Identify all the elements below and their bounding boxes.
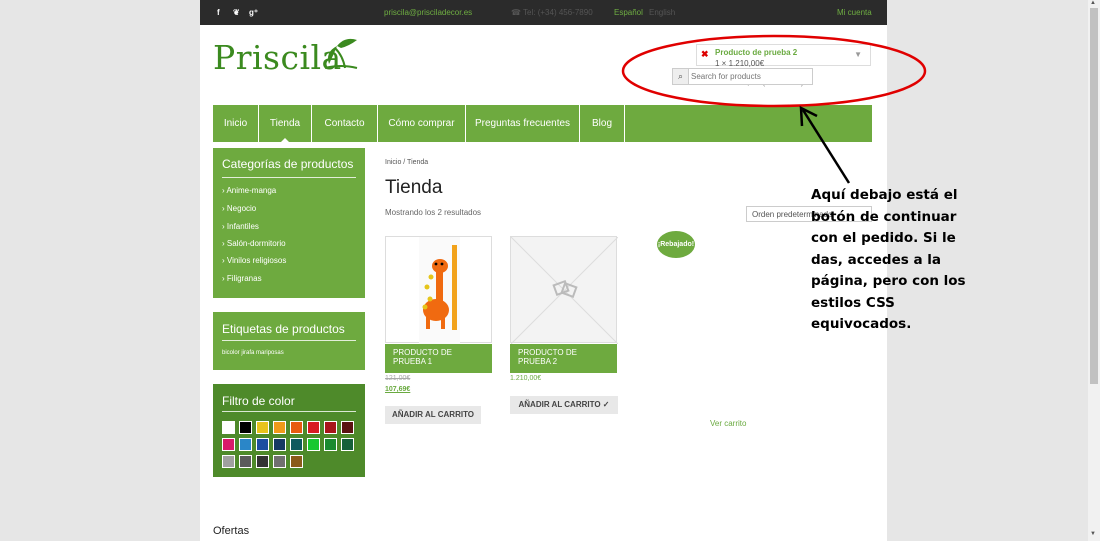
product-search: ⌕ — [672, 68, 813, 85]
nav-preguntas-frecuentes[interactable]: Preguntas frecuentes — [466, 105, 580, 142]
product-image-placeholder[interactable] — [510, 236, 619, 345]
divider — [222, 340, 356, 341]
nav-como-comprar[interactable]: Cómo comprar — [378, 105, 466, 142]
category-label: Infantiles — [226, 222, 259, 231]
color-swatch[interactable] — [239, 438, 252, 451]
product-image[interactable] — [385, 236, 492, 344]
color-swatch[interactable] — [324, 438, 337, 451]
product-title[interactable]: PRODUCTO DE PRUEBA 1 — [385, 344, 492, 373]
email-link[interactable]: priscila@prisciladecor.es — [384, 8, 472, 17]
divider — [222, 177, 356, 178]
category-label: Filigranas — [226, 274, 262, 283]
my-account-link[interactable]: Mi cuenta — [837, 8, 872, 17]
color-swatch[interactable] — [290, 455, 303, 468]
annotation-text: Aquí debajo está el botón de continuar c… — [811, 187, 966, 332]
cart-item-name[interactable]: Producto de prueba 2 — [715, 48, 797, 57]
main-nav: Inicio Tienda Contacto Cómo comprar Preg… — [213, 105, 872, 142]
color-swatch[interactable] — [290, 421, 303, 434]
giraffe-image — [419, 237, 460, 344]
color-swatch[interactable] — [307, 421, 320, 434]
phone-text: ☎ Tel: (+34) 456-7890 — [511, 8, 593, 17]
scrollbar[interactable]: ▲ ▼ — [1088, 0, 1100, 541]
view-cart-link[interactable]: Ver carrito — [710, 419, 746, 428]
offers-heading: Ofertas — [213, 525, 250, 537]
product-title[interactable]: PRODUCTO DE PRUEBA 2 — [510, 344, 617, 373]
lang-en-link[interactable]: English — [649, 8, 675, 17]
categories-widget: Categorías de productos › Anime-manga › … — [213, 148, 365, 298]
category-item[interactable]: › Infantiles — [222, 222, 259, 231]
categories-title: Categorías de productos — [222, 157, 354, 171]
old-price: 121,00€ — [385, 375, 411, 382]
color-swatch[interactable] — [273, 438, 286, 451]
page-title: Tienda — [385, 177, 443, 198]
sale-badge: ¡Rebajado! — [657, 231, 695, 258]
tag-cloud[interactable]: bicolor jirafa mariposas — [222, 350, 284, 356]
color-swatch[interactable] — [341, 438, 354, 451]
color-filter-title: Filtro de color — [222, 394, 295, 408]
breadcrumb[interactable]: Inicio / Tienda — [385, 159, 428, 166]
tags-widget: Etiquetas de productos bicolor jirafa ma… — [213, 312, 365, 370]
result-count: Mostrando los 2 resultados — [385, 208, 482, 217]
color-swatch[interactable] — [256, 455, 269, 468]
color-swatch[interactable] — [307, 438, 320, 451]
color-swatch[interactable] — [239, 421, 252, 434]
google-plus-icon[interactable]: g⁺ — [249, 8, 258, 17]
lang-es-link[interactable]: Español — [614, 8, 643, 17]
category-item[interactable]: › Negocio — [222, 204, 256, 213]
mini-cart-popup: ✖ Producto de prueba 2 1 × 1.210,00€ ▼ — [696, 44, 871, 68]
twitter-icon[interactable]: ❦ — [233, 8, 240, 17]
category-item[interactable]: › Anime-manga — [222, 186, 276, 195]
add-to-cart-button[interactable]: AÑADIR AL CARRITO ✓ — [510, 396, 618, 414]
color-swatch[interactable] — [256, 421, 269, 434]
nav-tienda[interactable]: Tienda — [259, 105, 312, 142]
color-swatch[interactable] — [273, 421, 286, 434]
category-label: Anime-manga — [226, 186, 277, 195]
facebook-icon[interactable]: f — [217, 8, 220, 17]
placeholder-icon — [510, 236, 619, 345]
category-label: Vinilos religiosos — [226, 256, 287, 265]
category-label: Salón-dormitorio — [226, 239, 286, 248]
color-swatch[interactable] — [290, 438, 303, 451]
add-to-cart-button[interactable]: AÑADIR AL CARRITO — [385, 406, 481, 424]
tags-title: Etiquetas de productos — [222, 322, 345, 336]
product-price: 1.210,00€ — [510, 375, 542, 382]
chevron-down-icon[interactable]: ▼ — [854, 50, 862, 59]
scroll-thumb[interactable] — [1090, 8, 1098, 384]
color-filter-widget: Filtro de color — [213, 384, 365, 477]
color-swatch[interactable] — [324, 421, 337, 434]
color-swatch[interactable] — [222, 421, 235, 434]
category-item[interactable]: › Salón-dormitorio — [222, 239, 286, 248]
color-swatch[interactable] — [341, 421, 354, 434]
nav-contacto[interactable]: Contacto — [312, 105, 378, 142]
category-label: Negocio — [226, 204, 257, 213]
remove-item-icon[interactable]: ✖ — [701, 49, 709, 60]
cart-item-qty: 1 × 1.210,00€ — [715, 59, 765, 68]
nav-blog[interactable]: Blog — [580, 105, 625, 142]
color-swatch[interactable] — [273, 455, 286, 468]
top-bar: f ❦ g⁺ priscila@prisciladecor.es ☎ Tel: … — [200, 0, 887, 25]
scroll-up-icon[interactable]: ▲ — [1090, 0, 1096, 6]
color-swatch[interactable] — [239, 455, 252, 468]
logo-leaf-icon — [324, 38, 358, 69]
color-swatch[interactable] — [222, 438, 235, 451]
site-logo[interactable]: Priscila — [213, 38, 358, 77]
color-swatch[interactable] — [222, 455, 235, 468]
divider — [222, 411, 356, 412]
search-icon[interactable]: ⌕ — [673, 69, 689, 84]
color-swatch[interactable] — [256, 438, 269, 451]
sale-price: 107,69€ — [385, 386, 411, 393]
scroll-down-icon[interactable]: ▼ — [1090, 531, 1096, 537]
category-item[interactable]: › Filigranas — [222, 274, 262, 283]
category-item[interactable]: › Vinilos religiosos — [222, 256, 286, 265]
page: f ❦ g⁺ priscila@prisciladecor.es ☎ Tel: … — [200, 0, 887, 541]
nav-inicio[interactable]: Inicio — [213, 105, 259, 142]
search-input[interactable] — [691, 70, 809, 83]
